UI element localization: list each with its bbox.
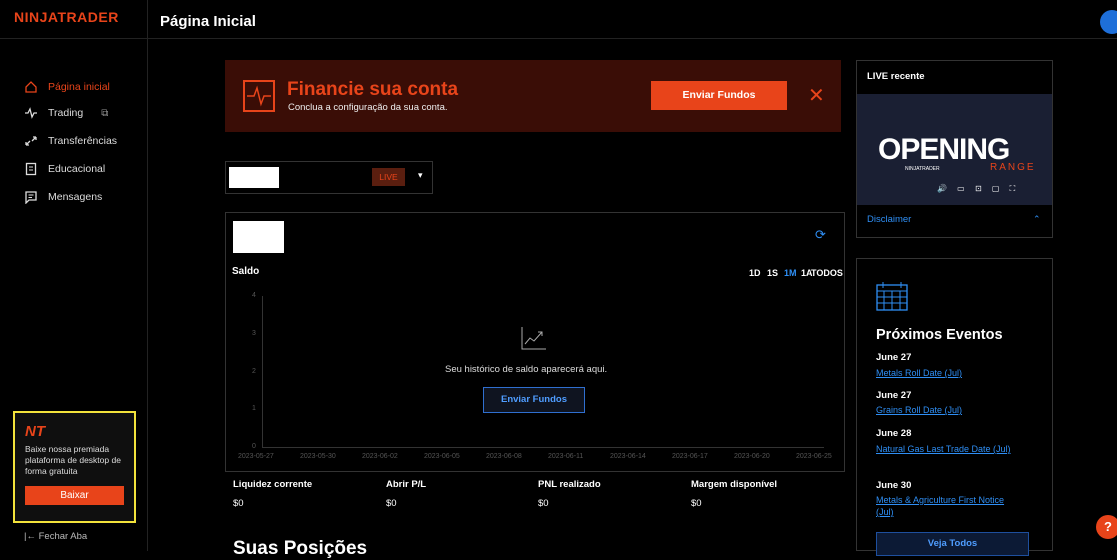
user-avatar-icon[interactable] [1100,10,1117,34]
range-1d[interactable]: 1D [749,268,761,278]
transfer-icon [25,136,37,146]
x-tick-label: 2023-06-14 [610,453,646,460]
calendar-icon [876,281,908,316]
x-tick-label: 2023-06-17 [672,453,708,460]
stat-label: PNL realizado [538,479,601,490]
range-all[interactable]: TODOS [811,268,843,278]
y-tick-label: 4 [252,292,256,299]
event-link[interactable]: Metals & Agriculture First Notice (Jul) [876,494,1016,518]
disclaimer-link[interactable]: Disclaimer [867,214,911,225]
event-link[interactable]: Metals Roll Date (Jul) [876,367,1016,379]
sidebar-item-label: Transferências [48,135,118,147]
stat-value: $0 [233,498,244,509]
stat-value: $0 [691,498,702,509]
y-tick-label: 3 [252,329,256,337]
promo-text: Baixe nossa premiada plataforma de deskt… [25,444,121,476]
page-title: Página Inicial [160,13,256,30]
account-label-redacted [233,221,284,253]
y-axis [262,296,263,448]
video-brand: NINJATRADER [905,166,940,172]
see-all-button[interactable]: Veja Todos [876,532,1029,556]
x-tick-label: 2023-05-30 [300,453,336,460]
stat-label: Margem disponível [691,479,778,490]
refresh-icon[interactable]: ⟳ [815,227,826,243]
sidebar-divider [147,0,148,551]
x-tick-label: 2023-06-11 [548,453,584,460]
message-icon [25,191,37,204]
video-controls[interactable]: 🔊 ▭ ⊡ ▢ ⛶ [937,184,1019,194]
video-subtitle: RANGE [990,162,1036,173]
help-icon[interactable]: ? [1096,515,1117,539]
chevron-down-icon[interactable]: ▾ [418,170,423,181]
sidebar-item-label: Mensagens [48,191,103,203]
close-tab-button[interactable]: |← Fechar Aba [24,531,87,542]
stat-label: Abrir P/L [386,479,427,490]
y-tick-label: 2 [252,367,256,375]
stat-value: $0 [538,498,549,509]
event-date: June 30 [876,480,912,491]
send-funds-secondary-button[interactable]: Enviar Fundos [483,387,585,413]
close-tab-label: Fechar Aba [38,531,88,542]
home-icon [25,81,37,93]
sidebar-item-transfers[interactable]: Transferências [24,131,117,151]
nt-logo: NT [25,423,45,440]
sidebar-item-label: Trading [48,107,84,119]
events-title: Próximos Eventos [876,327,1003,343]
pulse-monitor-icon [243,80,275,112]
empty-state-text: Seu histórico de saldo aparecerá aqui. [445,364,608,375]
book-icon [25,162,37,176]
sidebar-item-education[interactable]: Educacional [24,159,105,179]
balance-label: Saldo [232,266,260,277]
positions-title: Suas Posições [233,538,368,559]
stat-value: $0 [386,498,397,509]
banner-title: Financie sua conta [287,79,459,100]
banner-subtitle: Conclua a configuração da sua conta. [288,102,448,113]
chart-empty-icon [521,326,547,355]
sidebar-item-messages[interactable]: Mensagens [24,187,102,207]
range-1s[interactable]: 1S [767,268,778,278]
x-axis [262,447,824,448]
event-date: June 27 [876,390,912,401]
close-icon[interactable]: ✕ [808,83,825,108]
x-tick-label: 2023-06-02 [362,453,398,460]
sidebar-item-home[interactable]: Página inicial [24,77,110,97]
sidebar-item-label: Página inicial [48,81,110,93]
brand-logo[interactable]: NINJATRADER [14,9,119,25]
x-tick-label: 2023-06-05 [424,453,460,460]
event-date: June 28 [876,428,912,439]
live-title: LIVE recente [867,71,925,82]
event-link[interactable]: Grains Roll Date (Jul) [876,404,1016,416]
chevron-up-icon[interactable]: ⌃ [1033,214,1041,225]
send-funds-button[interactable]: Enviar Fundos [651,81,787,110]
range-1m[interactable]: 1M [784,268,797,278]
collapse-arrow-icon: |← [24,531,36,542]
pulse-icon [25,107,37,119]
sidebar-item-trading[interactable]: Trading ⧉ [24,103,108,123]
event-link[interactable]: Natural Gas Last Trade Date (Jul) [876,443,1016,455]
x-tick-label: 2023-06-20 [734,453,770,460]
stat-label: Liquidez corrente [233,479,313,490]
x-tick-label: 2023-06-25 [796,453,832,460]
y-tick-label: 0 [252,443,256,450]
x-tick-label: 2023-05-27 [238,453,274,460]
sidebar-item-label: Educacional [48,163,106,175]
external-link-icon: ⧉ [101,107,109,119]
x-tick-label: 2023-06-08 [486,453,522,460]
event-date: June 27 [876,352,912,363]
account-name-redacted [229,167,279,188]
y-tick-label: 1 [252,405,256,413]
live-badge: LIVE [372,168,405,186]
download-button[interactable]: Baixar [25,486,124,505]
desktop-download-promo: NT Baixe nossa premiada plataforma de de… [13,411,136,523]
